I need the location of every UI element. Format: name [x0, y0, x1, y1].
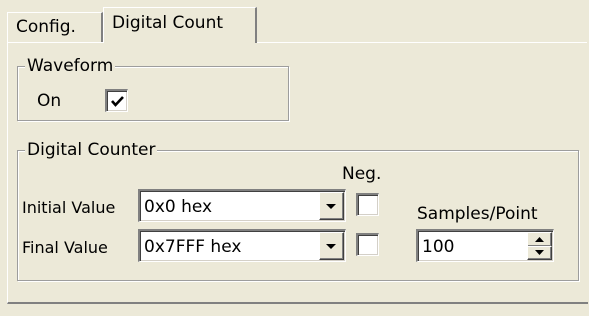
final-value-text: 0x7FFF hex — [144, 237, 242, 257]
samples-per-point-spinner[interactable]: 100 — [416, 229, 554, 262]
neg-label: Neg. — [342, 164, 382, 184]
initial-value-dropdown[interactable]: 0x0 hex — [138, 189, 346, 222]
waveform-on-label: On — [37, 91, 62, 111]
initial-value-text: 0x0 hex — [144, 197, 213, 217]
spin-up-icon — [535, 237, 544, 242]
final-value-dropdown-button[interactable] — [319, 232, 344, 260]
waveform-on-checkbox[interactable] — [105, 89, 128, 112]
initial-value-label: Initial Value — [22, 198, 116, 217]
checkmark-icon — [111, 96, 124, 107]
final-neg-checkbox[interactable] — [356, 233, 379, 256]
samples-per-point-value: 100 — [422, 237, 455, 257]
spin-up-button[interactable] — [527, 232, 552, 247]
tab-digital-count-label: Digital Count — [112, 13, 224, 33]
spin-down-icon — [535, 250, 544, 255]
samples-per-point-label: Samples/Point — [417, 204, 538, 224]
final-value-dropdown[interactable]: 0x7FFF hex — [138, 229, 346, 262]
final-value-label: Final Value — [22, 238, 108, 257]
digital-counter-group-title: Digital Counter — [25, 140, 158, 160]
tab-config-label: Config. — [16, 17, 76, 37]
tab-digital-count[interactable]: Digital Count — [103, 7, 257, 43]
chevron-down-icon — [326, 204, 336, 209]
chevron-down-icon — [326, 244, 336, 249]
spin-down-button[interactable] — [527, 246, 552, 260]
initial-value-dropdown-button[interactable] — [319, 192, 344, 220]
initial-neg-checkbox[interactable] — [356, 193, 379, 216]
tab-config[interactable]: Config. — [7, 12, 103, 42]
waveform-group-title: Waveform — [25, 56, 116, 76]
